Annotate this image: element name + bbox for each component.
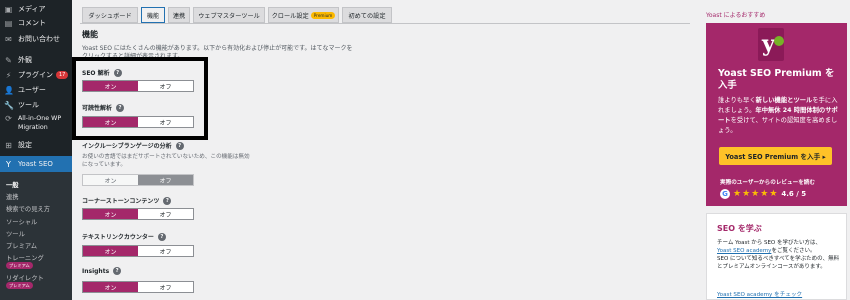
- get-premium-button[interactable]: Yoast SEO Premium を入手 ▸: [719, 147, 832, 165]
- user-icon: 👤: [4, 85, 14, 95]
- promo-body: 誰よりも早く新しい機能とツールを手に入れましょう。年中無休 24 時間体制のサポ…: [718, 97, 838, 134]
- toggle-off-option[interactable]: オフ: [138, 246, 193, 256]
- premium-promo-card: y Yoast SEO Premium を入手 誰よりも早く新しい機能とツールを…: [706, 23, 847, 206]
- star-icon: ★: [751, 189, 760, 199]
- sidebar-item-migration[interactable]: ⟳ All-in-One WP Migration: [0, 112, 72, 136]
- star-icon: ★: [760, 189, 769, 199]
- page-title: 機能: [82, 30, 98, 39]
- learn-seo-title: SEO を学ぶ: [717, 224, 762, 233]
- toggle-off-option[interactable]: オフ: [138, 282, 193, 292]
- learn-seo-card: SEO を学ぶ チーム Yoast から SEO を学びたい方は、 Yoast …: [706, 213, 847, 300]
- help-icon[interactable]: ?: [163, 196, 172, 205]
- tabs-divider: [80, 23, 690, 24]
- settings-icon: ⊞: [5, 140, 12, 150]
- toggle-on-option[interactable]: オン: [83, 246, 138, 256]
- annotation-highlight-box: [72, 57, 208, 140]
- google-icon: G: [720, 189, 730, 199]
- toggle-insights[interactable]: オン オフ: [82, 281, 194, 293]
- tab-crawl-settings[interactable]: クロール設定 Premium: [268, 7, 339, 23]
- sidebar-item-contact[interactable]: ✉ お問い合わせ: [0, 30, 72, 48]
- tab-webmaster-tools[interactable]: ウェブマスターツール: [193, 7, 265, 23]
- submenu-social[interactable]: ソーシャル: [6, 217, 37, 226]
- sidebar-item-yoast[interactable]: Y Yoast SEO: [0, 156, 72, 172]
- submenu-search-appearance[interactable]: 検索での見え方: [6, 204, 50, 213]
- recommendations-header: Yoast によるおすすめ: [706, 12, 766, 19]
- star-icon: ★: [742, 189, 751, 199]
- yoast-icon: Y: [6, 159, 11, 169]
- submenu-tools[interactable]: ツール: [6, 229, 25, 238]
- wrench-icon: 🔧: [4, 100, 14, 110]
- tab-features[interactable]: 機能: [141, 7, 165, 23]
- star-icon: ★: [769, 189, 778, 199]
- promo-title: Yoast SEO Premium を入手: [718, 68, 835, 91]
- mail-icon: ✉: [5, 34, 12, 44]
- premium-badge: Premium: [310, 11, 336, 19]
- feature-title-text-link-counter: テキストリンクカウンター ?: [82, 232, 166, 241]
- toggle-cornerstone[interactable]: オン オフ: [82, 208, 194, 220]
- yoast-logo-dot: [774, 36, 784, 46]
- toggle-on-option: オン: [83, 175, 138, 185]
- learn-seo-body: チーム Yoast から SEO を学びたい方は、 Yoast SEO acad…: [717, 240, 840, 270]
- rating-value: 4.6 / 5: [781, 190, 807, 198]
- star-icon: ★: [733, 189, 742, 199]
- check-academy-link[interactable]: Yoast SEO academy をチェック: [717, 290, 802, 298]
- yoast-submenu: 一般 連携 検索での見え方 ソーシャル ツール プレミアム トレーニング プレミ…: [0, 172, 72, 300]
- toggle-on-option[interactable]: オン: [83, 282, 138, 292]
- toggle-inclusive-language: オン オフ: [82, 174, 194, 186]
- read-reviews-label[interactable]: 実際のユーザーからのレビューを読む: [720, 178, 815, 186]
- academy-link[interactable]: Yoast SEO academy: [717, 248, 771, 254]
- feature-desc-inclusive-language: お使いの言語ではまだサポートされていないため、この機能は無効 になっています。: [82, 154, 250, 168]
- sidebar-item-settings[interactable]: ⊞ 設定: [0, 136, 72, 154]
- submenu-training-badge: プレミアム: [6, 262, 33, 269]
- comment-icon: ▤: [4, 18, 13, 28]
- rating-row: G ★ ★ ★ ★ ★ 4.6 / 5: [720, 189, 806, 199]
- plugin-update-badge: 17: [56, 71, 69, 79]
- tab-integrations[interactable]: 連携: [168, 7, 190, 23]
- toggle-text-link-counter[interactable]: オン オフ: [82, 245, 194, 257]
- help-icon[interactable]: ?: [157, 232, 166, 241]
- tab-first-time-config[interactable]: 初めての設定: [342, 7, 392, 23]
- toggle-on-option[interactable]: オン: [83, 209, 138, 219]
- appearance-icon: ✎: [5, 55, 12, 65]
- help-icon[interactable]: ?: [175, 141, 184, 150]
- migration-icon: ⟳: [5, 114, 12, 123]
- media-icon: ▣: [4, 4, 13, 14]
- yoast-logo: y: [758, 28, 784, 61]
- admin-sidebar: ▣ メディア ▤ コメント ✉ お問い合わせ ✎ 外観 ⚡ プラグイン 17 👤…: [0, 0, 72, 300]
- toggle-off-option[interactable]: オフ: [138, 209, 193, 219]
- submenu-premium[interactable]: プレミアム: [6, 241, 37, 250]
- tab-dashboard[interactable]: ダッシュボード: [82, 7, 138, 23]
- feature-title-inclusive-language: インクルーシブランゲージの分析 ?: [82, 141, 184, 150]
- toggle-off-option: オフ: [138, 175, 193, 185]
- submenu-integrations[interactable]: 連携: [6, 192, 19, 201]
- submenu-training[interactable]: トレーニング: [6, 253, 44, 262]
- submenu-redirects-badge: プレミアム: [6, 282, 33, 289]
- feature-title-insights: Insights ?: [82, 267, 122, 275]
- plugin-icon: ⚡: [5, 70, 12, 80]
- feature-title-cornerstone: コーナーストーンコンテンツ ?: [82, 196, 172, 205]
- help-icon[interactable]: ?: [113, 267, 122, 275]
- submenu-general[interactable]: 一般: [6, 180, 19, 189]
- submenu-redirects[interactable]: リダイレクト: [6, 273, 44, 282]
